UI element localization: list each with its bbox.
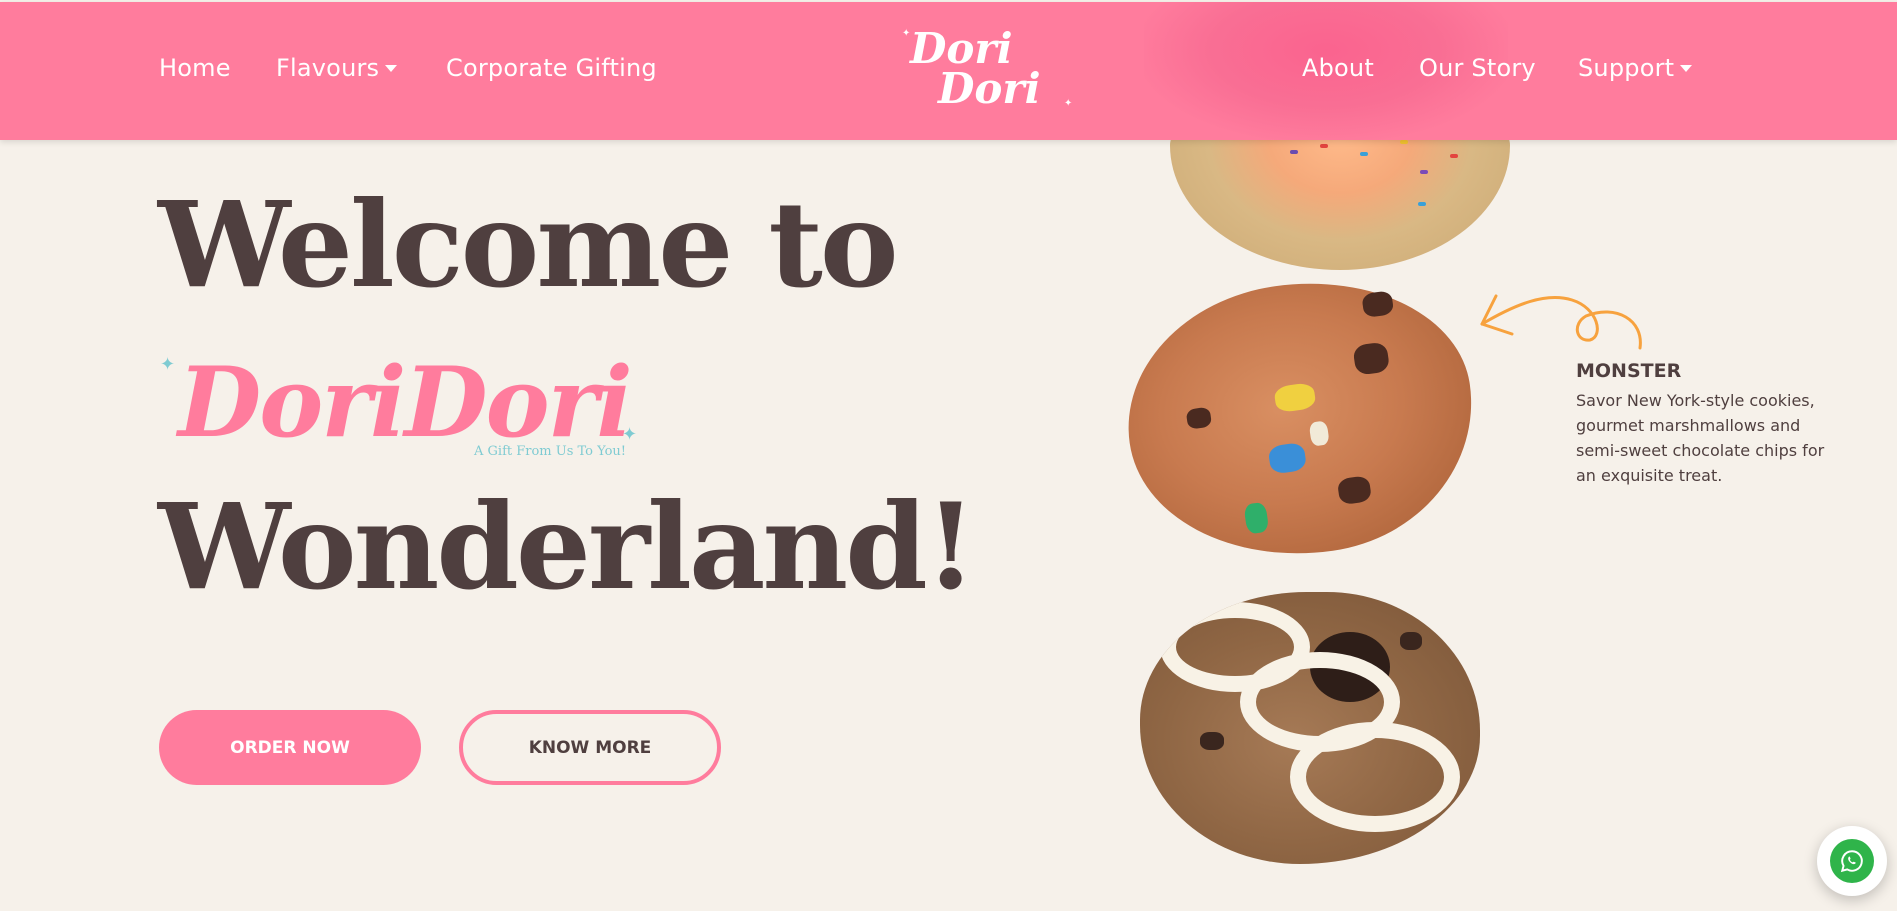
nav-home-label: Home: [159, 54, 231, 82]
hero-brand-word: DoriDori: [178, 346, 633, 459]
nav-support[interactable]: Support: [1578, 54, 1693, 82]
monster-cookie-image: [1110, 261, 1491, 577]
brand-logo[interactable]: Dori Dori ✦ ✦: [898, 24, 1078, 120]
whatsapp-chat-button[interactable]: [1817, 826, 1887, 896]
nav-our-story[interactable]: Our Story: [1419, 54, 1536, 82]
top-navbar: Home Flavours Corporate Gifting Dori Dor…: [0, 2, 1897, 140]
nav-flavours-label: Flavours: [276, 54, 380, 82]
nav-about[interactable]: About: [1302, 54, 1374, 82]
nav-corporate-gifting[interactable]: Corporate Gifting: [446, 54, 657, 82]
sparkle-icon: ✦: [160, 354, 176, 375]
sparkle-icon: ✦: [622, 424, 638, 445]
whatsapp-icon: [1830, 839, 1874, 883]
nav-support-label: Support: [1578, 54, 1675, 82]
nav-about-label: About: [1302, 54, 1374, 82]
caret-down-icon: [1680, 64, 1693, 72]
hero-brand-logo: ✦ DoriDori A Gift From Us To You! ✦: [158, 350, 648, 470]
hero-line-wonderland: Wonderland!: [158, 477, 977, 616]
feature-title: MONSTER: [1576, 360, 1682, 382]
logo-sparkle-icon: ✦: [1064, 98, 1073, 109]
nav-home[interactable]: Home: [159, 54, 231, 82]
nav-flavours[interactable]: Flavours: [276, 54, 398, 82]
logo-sparkle-icon: ✦: [902, 28, 911, 39]
feature-description: Savor New York-style cookies, gourmet ma…: [1576, 391, 1825, 485]
nav-story-label: Our Story: [1419, 54, 1536, 82]
know-more-button[interactable]: KNOW MORE: [459, 710, 721, 785]
hero-brand-tagline: A Gift From Us To You!: [474, 444, 627, 459]
order-now-button[interactable]: ORDER NOW: [159, 710, 421, 785]
cookies-and-cream-cookie-image: [1140, 592, 1480, 864]
curly-arrow-icon: [1480, 294, 1642, 350]
hero-line-welcome: Welcome to: [158, 175, 899, 314]
nav-corporate-label: Corporate Gifting: [446, 54, 657, 82]
caret-down-icon: [385, 64, 398, 72]
logo-line-2: Dori: [938, 64, 1041, 113]
